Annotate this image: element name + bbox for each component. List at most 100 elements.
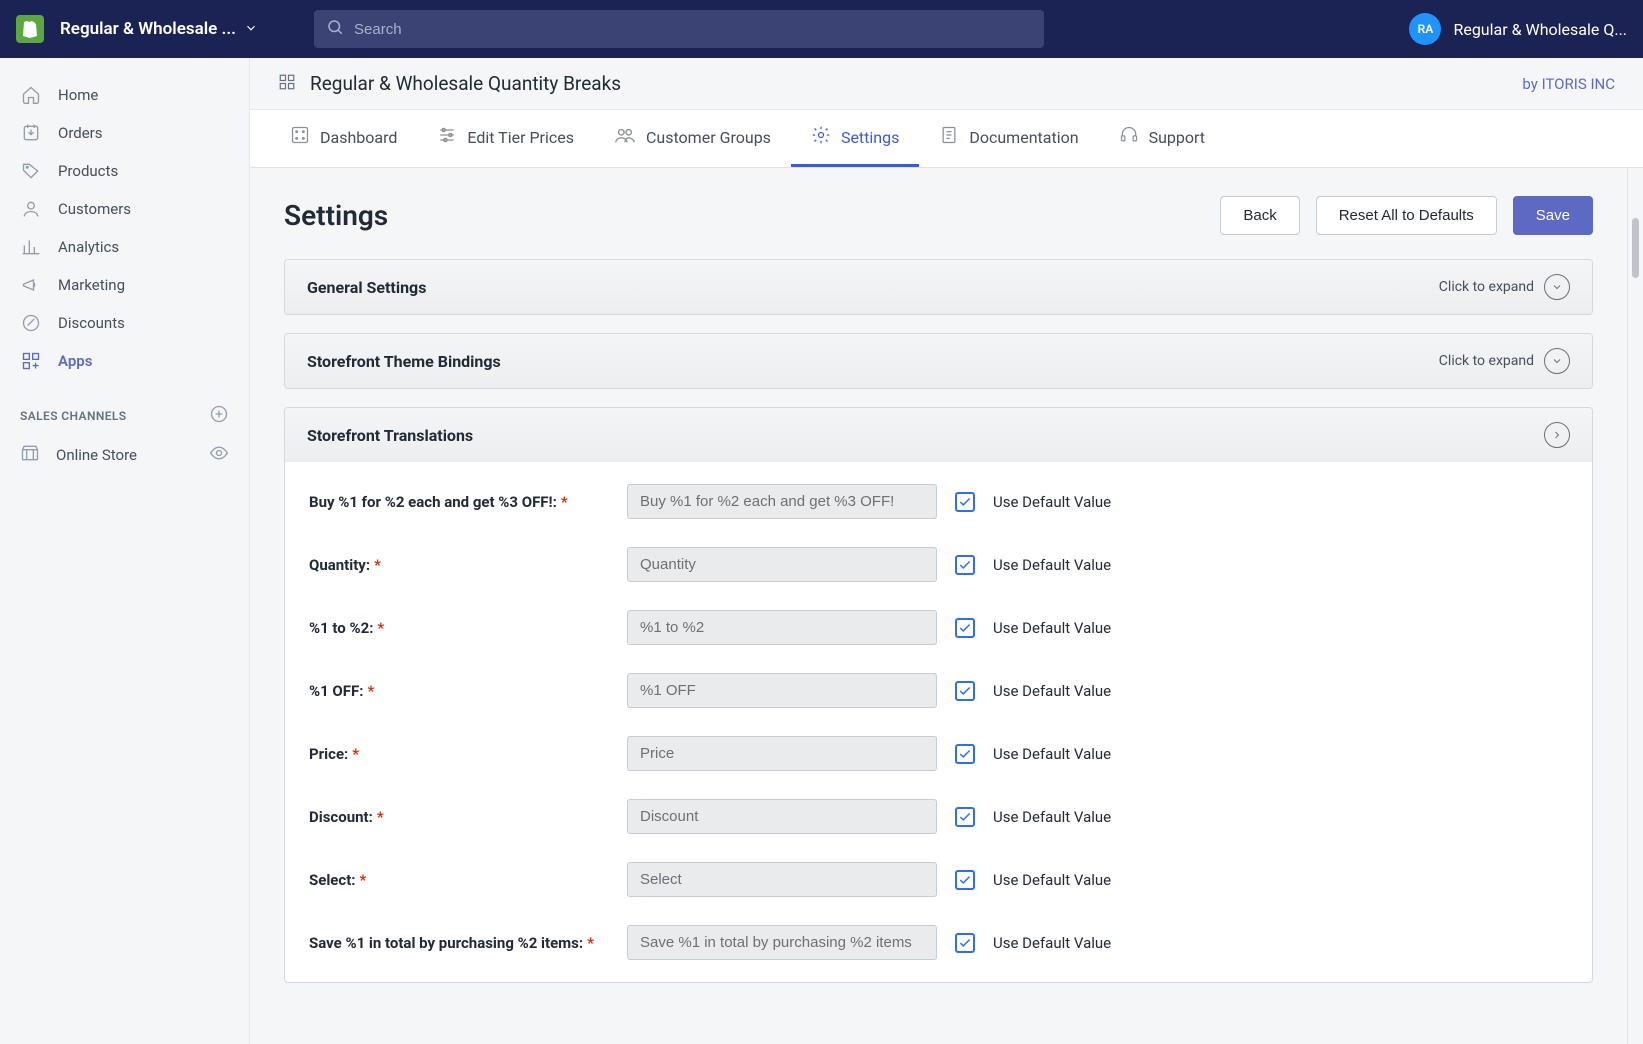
translation-input[interactable] (627, 862, 937, 897)
tab-label: Dashboard (320, 128, 397, 147)
translation-input[interactable] (627, 673, 937, 708)
use-default-checkbox[interactable] (955, 618, 975, 638)
sidebar-item-label: Customers (58, 200, 131, 218)
sidebar-item-analytics[interactable]: Analytics (0, 228, 249, 266)
use-default-label: Use Default Value (993, 934, 1111, 952)
home-icon (20, 84, 42, 106)
tab-label: Support (1149, 128, 1205, 147)
translation-input[interactable] (627, 925, 937, 960)
eye-icon[interactable] (209, 443, 229, 467)
sidebar-item-products[interactable]: Products (0, 152, 249, 190)
use-default-checkbox[interactable] (955, 555, 975, 575)
app-tabs: Dashboard Edit Tier Prices Customer Grou… (250, 110, 1643, 168)
tab-settings[interactable]: Settings (791, 110, 919, 167)
topbar: Regular & Wholesale ... RA Regular & Who… (0, 0, 1643, 58)
field-label: Price:* (309, 745, 609, 763)
chevron-down-icon (1544, 348, 1570, 374)
document-icon (939, 125, 959, 149)
sidebar-item-marketing[interactable]: Marketing (0, 266, 249, 304)
translation-row: %1 to %2:* Use Default Value (291, 596, 1586, 659)
channel-online-store[interactable]: Online Store (0, 435, 249, 475)
panel-title: Storefront Theme Bindings (307, 352, 501, 371)
use-default-label: Use Default Value (993, 493, 1111, 511)
avatar: RA (1409, 13, 1441, 45)
sidebar-item-home[interactable]: Home (0, 76, 249, 114)
chevron-down-icon (1544, 274, 1570, 300)
apps-icon (20, 350, 42, 372)
use-default-checkbox[interactable] (955, 933, 975, 953)
translation-input[interactable] (627, 736, 937, 771)
orders-icon (20, 122, 42, 144)
app-title: Regular & Wholesale Quantity Breaks (310, 72, 621, 95)
sidebar-item-customers[interactable]: Customers (0, 190, 249, 228)
account-name-label: Regular & Wholesale Q... (1453, 20, 1627, 39)
use-default-label: Use Default Value (993, 871, 1111, 889)
page-title: Settings (284, 199, 388, 232)
tab-label: Edit Tier Prices (467, 128, 574, 147)
app-vendor-link[interactable]: by ITORIS INC (1522, 75, 1615, 93)
field-label: Quantity:* (309, 556, 609, 574)
back-button[interactable]: Back (1220, 196, 1299, 235)
scrollbar-vertical[interactable] (1627, 168, 1643, 1044)
field-label: Select:* (309, 871, 609, 889)
tab-label: Settings (841, 128, 899, 147)
section-label: SALES CHANNELS (20, 409, 127, 423)
customer-icon (20, 198, 42, 220)
use-default-checkbox[interactable] (955, 681, 975, 701)
field-label: %1 OFF:* (309, 682, 609, 700)
store-icon (20, 443, 40, 467)
sidebar-item-label: Apps (58, 352, 92, 370)
field-label: Save %1 in total by purchasing %2 items:… (309, 934, 609, 952)
translation-input[interactable] (627, 799, 937, 834)
sidebar-item-orders[interactable]: Orders (0, 114, 249, 152)
store-switcher[interactable]: Regular & Wholesale ... (60, 19, 258, 39)
sliders-icon (437, 125, 457, 149)
panel-header-translations[interactable]: Storefront Translations (285, 408, 1592, 462)
use-default-checkbox[interactable] (955, 492, 975, 512)
tab-edit-tier-prices[interactable]: Edit Tier Prices (417, 110, 594, 167)
account-menu[interactable]: RA Regular & Wholesale Q... (1409, 13, 1627, 45)
translation-row: Save %1 in total by purchasing %2 items:… (291, 911, 1586, 974)
save-button[interactable]: Save (1513, 196, 1593, 235)
field-label: Buy %1 for %2 each and get %3 OFF!:* (309, 493, 609, 511)
expand-hint: Click to expand (1439, 279, 1534, 295)
expand-hint: Click to expand (1439, 353, 1534, 369)
scrollbar-thumb[interactable] (1632, 218, 1639, 278)
search-input[interactable] (354, 21, 1032, 38)
use-default-label: Use Default Value (993, 808, 1111, 826)
sidebar-item-apps[interactable]: Apps (0, 342, 249, 380)
tab-customer-groups[interactable]: Customer Groups (594, 110, 791, 167)
tag-icon (20, 160, 42, 182)
global-search[interactable] (314, 10, 1044, 48)
analytics-icon (20, 236, 42, 258)
translation-row: Discount:* Use Default Value (291, 785, 1586, 848)
shopify-logo-icon (16, 15, 44, 43)
tab-support[interactable]: Support (1099, 110, 1225, 167)
reset-button[interactable]: Reset All to Defaults (1316, 196, 1497, 235)
use-default-checkbox[interactable] (955, 870, 975, 890)
use-default-checkbox[interactable] (955, 807, 975, 827)
channel-label: Online Store (56, 446, 137, 464)
tab-documentation[interactable]: Documentation (919, 110, 1098, 167)
translation-row: Buy %1 for %2 each and get %3 OFF!:* Use… (291, 470, 1586, 533)
translation-row: Price:* Use Default Value (291, 722, 1586, 785)
sidebar-item-label: Products (58, 162, 118, 180)
use-default-label: Use Default Value (993, 619, 1111, 637)
use-default-label: Use Default Value (993, 745, 1111, 763)
app-grid-icon (278, 73, 296, 95)
add-channel-button[interactable] (209, 404, 229, 427)
panel-header-bindings[interactable]: Storefront Theme Bindings Click to expan… (285, 334, 1592, 388)
use-default-checkbox[interactable] (955, 744, 975, 764)
translation-input[interactable] (627, 610, 937, 645)
sidebar: Home Orders Products Customers Analytics… (0, 58, 250, 1044)
panel-general-settings: General Settings Click to expand (284, 259, 1593, 315)
tab-dashboard[interactable]: Dashboard (270, 110, 417, 167)
sidebar-item-label: Discounts (58, 314, 125, 332)
translation-input[interactable] (627, 547, 937, 582)
translation-row: Select:* Use Default Value (291, 848, 1586, 911)
panel-header-general[interactable]: General Settings Click to expand (285, 260, 1592, 314)
megaphone-icon (20, 274, 42, 296)
dashboard-icon (290, 125, 310, 149)
sidebar-item-discounts[interactable]: Discounts (0, 304, 249, 342)
translation-input[interactable] (627, 484, 937, 519)
